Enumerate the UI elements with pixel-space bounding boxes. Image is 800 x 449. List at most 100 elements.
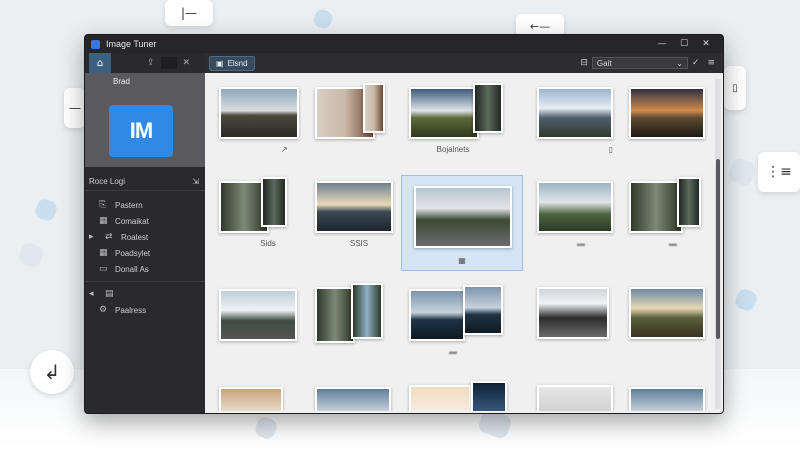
image-tile[interactable] [529, 377, 633, 411]
sidebar-section-header[interactable]: Roce Logi ⇲ [85, 173, 205, 191]
sidebar-item-roalest[interactable]: ▸ ⇄ Roalest [85, 229, 205, 245]
floating-card: |— [165, 0, 213, 26]
image-tile[interactable]: Bojalnets [401, 79, 505, 159]
sidebar-toolbar: ⌂ ⇪ ✕ [85, 53, 205, 73]
main-toolbar: ▣ Elsnd ⊟ Gait ⌄ ✓ ≡ [205, 53, 723, 73]
image-tile[interactable]: ↗ [211, 79, 315, 159]
image-caption-placeholder: ▬ [577, 239, 585, 248]
sidebar-toggle[interactable] [160, 57, 177, 69]
thumbnail [315, 181, 393, 233]
thumbnail-stack [473, 83, 503, 133]
image-tile[interactable] [307, 379, 411, 411]
image-tile[interactable]: ▯ [529, 79, 633, 159]
thumbnail [629, 287, 705, 339]
close-button[interactable]: ✕ [695, 39, 717, 49]
expand-icon[interactable]: ⇲ [192, 177, 199, 186]
image-tile[interactable] [621, 379, 711, 411]
chevron-left-icon[interactable]: ◂ [89, 289, 99, 299]
sidebar-item-collapse[interactable]: ◂ ▤ [85, 286, 205, 302]
image-caption-placeholder: ▬ [449, 347, 457, 356]
tab-label: Elsnd [227, 58, 248, 68]
check-icon[interactable]: ✓ [692, 58, 700, 68]
pin-icon[interactable]: ⇪ [147, 58, 155, 68]
sidebar-item-poadsylet[interactable]: ▦ Poadsylet [85, 245, 205, 261]
sidebar-item-label: Poadsylet [115, 248, 151, 258]
thumbnail [409, 385, 471, 411]
image-tile[interactable] [621, 79, 711, 159]
thumbnail [315, 387, 391, 411]
sort-value: Gait [596, 58, 612, 68]
image-tile[interactable]: SSIS [307, 173, 411, 253]
background-shape [33, 197, 59, 223]
grid-icon: ▦ [99, 248, 108, 258]
image-caption-placeholder: ▬ [669, 239, 677, 248]
edit-icon[interactable]: ▯ [529, 145, 633, 154]
sidebar-item-donall[interactable]: ▭ Donall As [85, 261, 205, 277]
image-caption: SSIS [349, 239, 369, 248]
sidebar-section: Roce Logi ⇲ ⎘ Pastern ▦ Comaikat ▸ ⇄ Roa… [85, 173, 205, 318]
image-tile-selected[interactable]: ▦ [401, 175, 523, 271]
title-bar: Image Tuner — ☐ ✕ [85, 35, 723, 53]
sidebar-item-pastern[interactable]: ⎘ Pastern [85, 197, 205, 213]
image-caption: Sids [260, 239, 276, 248]
thumbnail-stack [677, 177, 701, 227]
clip-icon: ⎘ [99, 200, 107, 210]
background-shape [16, 240, 46, 270]
app-icon [91, 39, 100, 49]
thumbnail-stack [351, 283, 383, 339]
main-content: ▣ Elsnd ⊟ Gait ⌄ ✓ ≡ ↗ Bojalnets ▯ Sids … [205, 53, 723, 413]
back-bubble-icon[interactable]: ↲ [30, 350, 74, 394]
vertical-scrollbar[interactable] [715, 79, 721, 409]
share-icon[interactable]: ↗ [211, 145, 315, 154]
background-shape [311, 7, 335, 31]
thumbnail [537, 181, 613, 233]
sidebar-item-label: Roalest [121, 232, 149, 242]
sidebar-item-comaikat[interactable]: ▦ Comaikat [85, 213, 205, 229]
divider [85, 281, 205, 282]
image-tile[interactable] [401, 377, 507, 411]
image-tile[interactable] [307, 79, 411, 159]
scroll-thumb[interactable] [716, 159, 720, 339]
thumbnail-stack [471, 381, 507, 411]
sidebar-item-label: Donall As [115, 264, 149, 274]
sidebar-item-paalress[interactable]: ⚙ Paalress [85, 302, 205, 318]
thumbnail [315, 287, 355, 343]
tab-elsnd[interactable]: ▣ Elsnd [209, 55, 255, 71]
home-icon[interactable]: ⌂ [89, 53, 111, 73]
monitor-icon: ▭ [99, 264, 108, 274]
image-tile[interactable] [211, 379, 315, 411]
image-tile[interactable] [211, 281, 315, 361]
thumbnail [629, 387, 705, 411]
background-shape [733, 287, 759, 313]
thumbnail [537, 287, 609, 339]
image-tile[interactable]: ▬ [529, 173, 633, 253]
close-panel-icon[interactable]: ✕ [183, 58, 191, 68]
app-logo: IM [109, 105, 173, 157]
image-tile[interactable] [529, 279, 633, 359]
thumbnail [219, 87, 299, 139]
image-caption: Bojalnets [436, 145, 470, 154]
lock-icon[interactable]: ⊟ [580, 58, 588, 68]
image-tile[interactable] [307, 279, 411, 359]
thumbnail [219, 387, 283, 411]
sidebar-item-label: Pastern [115, 200, 143, 210]
image-tile[interactable]: ▬ [401, 281, 505, 361]
chevron-right-icon[interactable]: ▸ [89, 232, 99, 242]
thumbnail [409, 289, 465, 341]
minimize-button[interactable]: — [651, 39, 673, 49]
sidebar-item-label: Paalress [115, 305, 147, 315]
section-title: Roce Logi [89, 177, 126, 186]
thumbnail [537, 87, 613, 139]
menu-icon[interactable]: ≡ [707, 58, 715, 68]
sliders-icon: ⇄ [105, 232, 113, 242]
image-tile[interactable]: Sids [211, 173, 315, 253]
background-shape [726, 156, 758, 188]
project-preview[interactable]: Brad IM [85, 73, 205, 167]
preview-label: Brad [113, 77, 130, 86]
sort-select[interactable]: Gait ⌄ [591, 57, 688, 69]
grid-icon: ▦ [458, 256, 466, 265]
image-tile[interactable]: ▬ [621, 173, 711, 253]
maximize-button[interactable]: ☐ [673, 39, 695, 49]
image-tile[interactable] [621, 279, 711, 359]
sidebar-item-label: Comaikat [115, 216, 149, 226]
